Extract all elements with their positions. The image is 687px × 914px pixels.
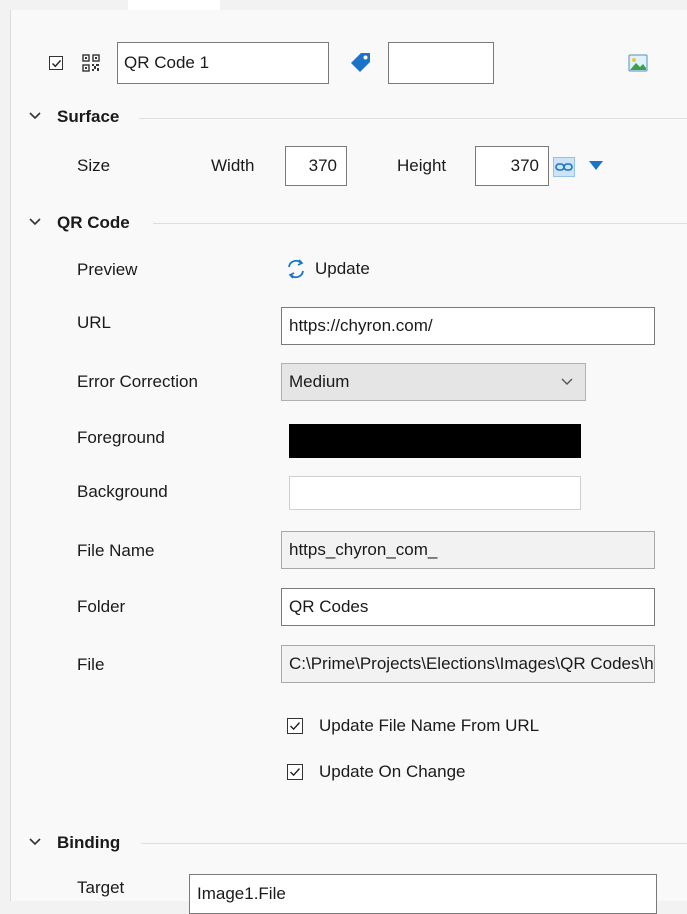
update-label: Update [315,259,370,278]
update-on-change-label: Update On Change [319,762,466,781]
update-on-change-checkbox[interactable] [287,764,303,780]
tag-field[interactable] [388,42,494,84]
background-label: Background [77,482,168,501]
foreground-color-swatch[interactable] [289,424,581,458]
triangle-down-icon[interactable] [589,161,603,171]
width-label: Width [211,156,255,175]
tab-selected[interactable] [128,0,220,10]
chevron-down-icon [29,112,41,120]
aspect-lock-button[interactable] [553,157,575,177]
folder-label: Folder [77,597,126,616]
section-divider [139,118,687,119]
target-label: Target [77,878,125,897]
name-field[interactable]: QR Code 1 [117,42,329,84]
chevron-down-icon [29,218,41,226]
section-title: Binding [57,833,121,852]
file-name-label: File Name [77,541,155,560]
update-on-change-option[interactable]: Update On Change [287,761,627,783]
foreground-label: Foreground [77,428,165,447]
tab-strip [0,0,687,10]
file-name-field[interactable]: https_chyron_com_ [281,531,655,569]
section-divider [153,223,687,224]
file-path-field[interactable]: C:\Prime\Projects\Elections\Images\QR Co… [281,645,655,683]
image-icon[interactable] [628,53,648,73]
width-field[interactable]: 370 [285,146,347,186]
section-title: Surface [57,107,120,126]
properties-panel: QR Code 1 Surface Size Width 370 Height … [10,10,687,914]
update-filename-option[interactable]: Update File Name From URL [287,715,627,737]
error-correction-select[interactable]: Medium [281,363,586,401]
size-label: Size [77,156,111,175]
error-correction-label: Error Correction [77,372,198,391]
target-field[interactable]: Image1.File [189,874,657,914]
update-button[interactable]: Update [285,257,415,281]
file-label: File [77,655,105,674]
refresh-icon [288,259,304,279]
enabled-checkbox[interactable] [49,56,63,70]
preview-label: Preview [77,260,138,279]
qr-code-icon [82,54,100,72]
section-divider [141,843,687,844]
chevron-down-icon [29,838,41,846]
url-label: URL [77,313,112,332]
folder-field[interactable]: QR Codes [281,588,655,626]
link-icon [555,163,573,171]
tag-icon[interactable] [350,52,372,74]
section-title: QR Code [57,213,130,232]
update-filename-checkbox[interactable] [287,718,303,734]
background-color-swatch[interactable] [289,476,581,510]
height-field[interactable]: 370 [475,146,549,186]
update-filename-label: Update File Name From URL [319,716,540,735]
chevron-down-icon [561,378,573,385]
url-field[interactable]: https://chyron.com/ [281,307,655,345]
error-correction-value: Medium [289,372,350,391]
height-label: Height [397,156,447,175]
